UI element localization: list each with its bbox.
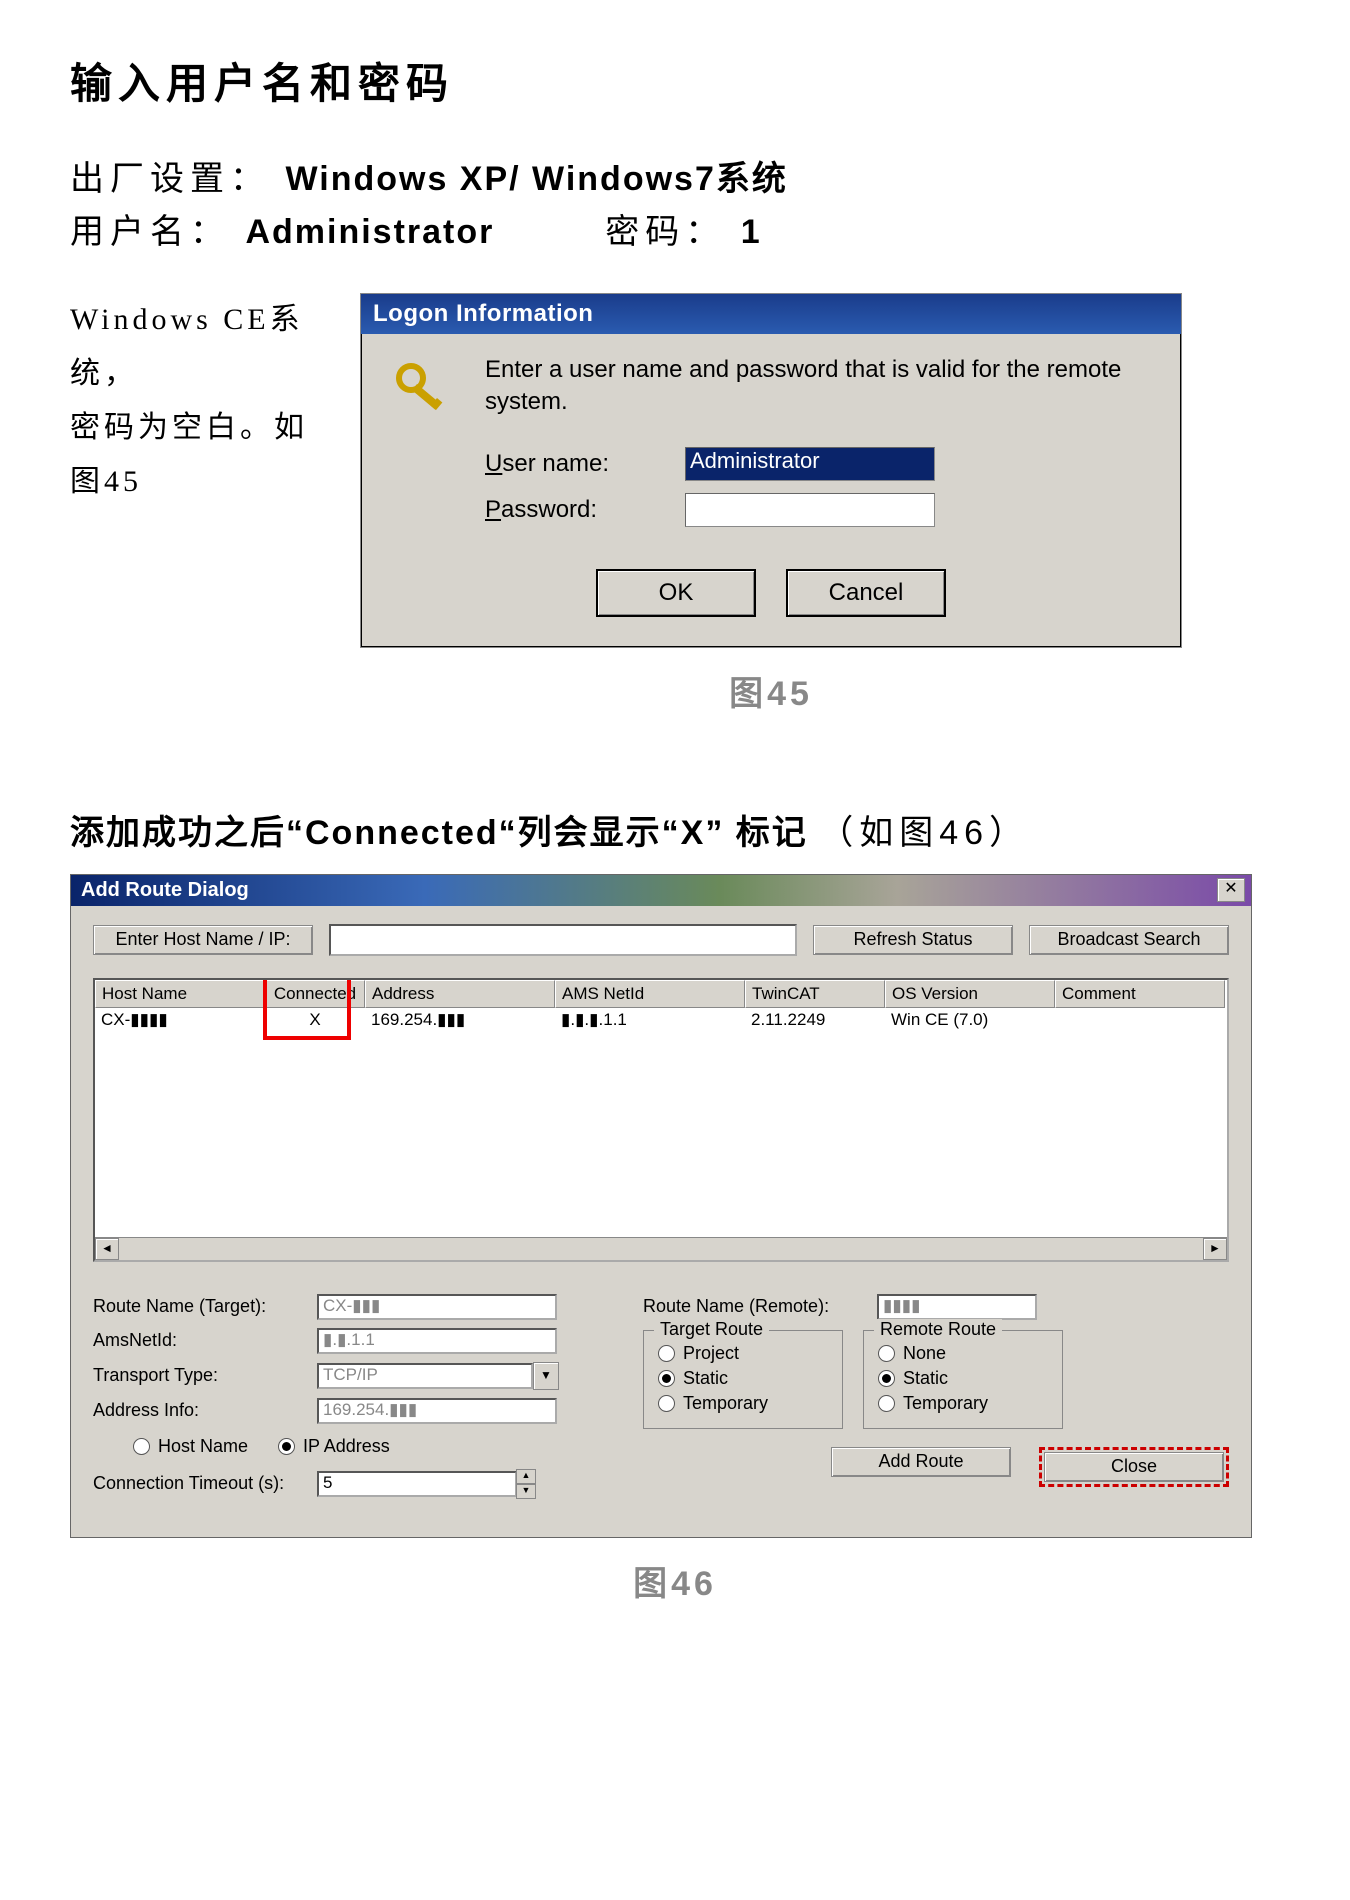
remote-static-radio[interactable]: Static	[878, 1368, 1048, 1389]
username-label: 用户名：	[70, 213, 230, 251]
col-twincat[interactable]: TwinCAT	[745, 980, 885, 1008]
add-route-dialog-title: Add Route Dialog	[71, 875, 1251, 906]
ok-button[interactable]: OK	[596, 569, 756, 617]
connected-highlight	[263, 978, 351, 1040]
spin-down-icon[interactable]: ▼	[516, 1484, 536, 1499]
radio-icon	[658, 1345, 675, 1362]
scroll-left-icon[interactable]: ◄	[95, 1238, 119, 1260]
remote-none-radio[interactable]: None	[878, 1343, 1048, 1364]
close-button[interactable]: Close	[1044, 1452, 1224, 1482]
routes-table[interactable]: Host Name Connected Address AMS NetId Tw…	[93, 978, 1229, 1262]
cell-hostname: CX-▮▮▮▮	[95, 1008, 265, 1032]
target-route-group: Target Route Project Static Temporary	[643, 1330, 843, 1429]
logon-dialog-title: Logon Information	[361, 294, 1181, 334]
credentials-line: 用户名： Administrator 密码： 1	[70, 204, 1280, 253]
col-hostname[interactable]: Host Name	[95, 980, 265, 1008]
radio-icon	[658, 1395, 675, 1412]
cell-twincat: 2.11.2249	[745, 1008, 885, 1032]
remote-temporary-radio[interactable]: Temporary	[878, 1393, 1048, 1414]
col-address[interactable]: Address	[365, 980, 555, 1008]
cell-comment	[1055, 1008, 1225, 1032]
host-ip-input[interactable]	[329, 924, 797, 956]
close-icon[interactable]: ✕	[1217, 878, 1245, 902]
amsnetid-label: AmsNetId:	[93, 1330, 303, 1351]
ce-note: Windows CE系统， 密码为空白。如 图45	[70, 293, 330, 509]
factory-settings-label: 出厂设置：	[70, 160, 270, 198]
username-value: Administrator	[245, 213, 494, 251]
col-comment[interactable]: Comment	[1055, 980, 1225, 1008]
radio-icon	[133, 1438, 150, 1455]
add-route-dialog: Add Route Dialog ✕ Enter Host Name / IP:…	[70, 874, 1252, 1538]
target-project-radio[interactable]: Project	[658, 1343, 828, 1364]
address-info-label: Address Info:	[93, 1400, 303, 1421]
password-value: 1	[741, 213, 762, 251]
password-label: 密码：	[605, 213, 725, 251]
username-input[interactable]: Administrator	[685, 447, 935, 481]
route-name-remote-input[interactable]: ▮▮▮▮	[877, 1294, 1037, 1320]
ce-note-l2: 密码为空白。如	[70, 401, 330, 455]
password-field-label: Password:	[485, 496, 655, 524]
amsnetid-input[interactable]: ▮.▮.1.1	[317, 1328, 557, 1354]
logon-message: Enter a user name and password that is v…	[485, 354, 1151, 419]
radio-icon	[878, 1395, 895, 1412]
section-heading-2-bold: 添加成功之后“Connected“列会显示“X” 标记	[70, 814, 808, 852]
username-field-label: User name:	[485, 450, 655, 478]
hostname-radio[interactable]: Host Name	[133, 1436, 248, 1457]
radio-icon	[878, 1345, 895, 1362]
chevron-down-icon[interactable]: ▼	[533, 1362, 559, 1390]
refresh-status-button[interactable]: Refresh Status	[813, 925, 1013, 955]
broadcast-search-button[interactable]: Broadcast Search	[1029, 925, 1229, 955]
transport-type-select[interactable]: TCP/IP▼	[317, 1362, 559, 1390]
connection-timeout-label: Connection Timeout (s):	[93, 1473, 303, 1494]
route-name-remote-label: Route Name (Remote):	[643, 1296, 863, 1317]
section-heading-2-thin: （如图46）	[819, 814, 1029, 852]
ce-note-l3: 图45	[70, 455, 330, 509]
factory-settings-value: Windows XP/ Windows7系统	[285, 160, 787, 198]
enter-host-button[interactable]: Enter Host Name / IP:	[93, 925, 313, 955]
logon-dialog: Logon Information Enter a user name and …	[360, 293, 1182, 648]
horizontal-scrollbar[interactable]: ◄ ►	[95, 1237, 1227, 1260]
radio-icon	[878, 1370, 895, 1387]
col-amsnetid[interactable]: AMS NetId	[555, 980, 745, 1008]
key-icon	[391, 358, 455, 422]
close-highlight: Close	[1039, 1447, 1229, 1487]
page-heading: 输入用户名和密码	[70, 50, 1280, 111]
password-input[interactable]	[685, 493, 935, 527]
target-temporary-radio[interactable]: Temporary	[658, 1393, 828, 1414]
target-static-radio[interactable]: Static	[658, 1368, 828, 1389]
add-route-button[interactable]: Add Route	[831, 1447, 1011, 1477]
transport-type-label: Transport Type:	[93, 1365, 303, 1386]
figure-45-caption: 图45	[360, 666, 1182, 715]
figure-46-caption: 图46	[70, 1556, 1280, 1605]
ipaddress-radio[interactable]: IP Address	[278, 1436, 390, 1457]
cell-osversion: Win CE (7.0)	[885, 1008, 1055, 1032]
address-info-input[interactable]: 169.254.▮▮▮	[317, 1398, 557, 1424]
route-name-target-label: Route Name (Target):	[93, 1296, 303, 1317]
cell-address: 169.254.▮▮▮	[365, 1008, 555, 1032]
spin-up-icon[interactable]: ▲	[516, 1469, 536, 1484]
ce-note-l1: Windows CE系统，	[70, 293, 330, 401]
target-route-title: Target Route	[654, 1319, 769, 1340]
factory-settings-line: 出厂设置： Windows XP/ Windows7系统	[70, 151, 1280, 200]
route-name-target-input[interactable]: CX-▮▮▮	[317, 1294, 557, 1320]
radio-icon	[278, 1438, 295, 1455]
scroll-right-icon[interactable]: ►	[1203, 1238, 1227, 1260]
radio-icon	[658, 1370, 675, 1387]
remote-route-title: Remote Route	[874, 1319, 1002, 1340]
col-osversion[interactable]: OS Version	[885, 980, 1055, 1008]
cancel-button[interactable]: Cancel	[786, 569, 946, 617]
remote-route-group: Remote Route None Static Temporary	[863, 1330, 1063, 1429]
section-heading-2: 添加成功之后“Connected“列会显示“X” 标记 （如图46）	[70, 805, 1280, 854]
connection-timeout-spinner[interactable]: 5 ▲▼	[317, 1469, 536, 1499]
cell-amsnetid: ▮.▮.▮.1.1	[555, 1008, 745, 1032]
